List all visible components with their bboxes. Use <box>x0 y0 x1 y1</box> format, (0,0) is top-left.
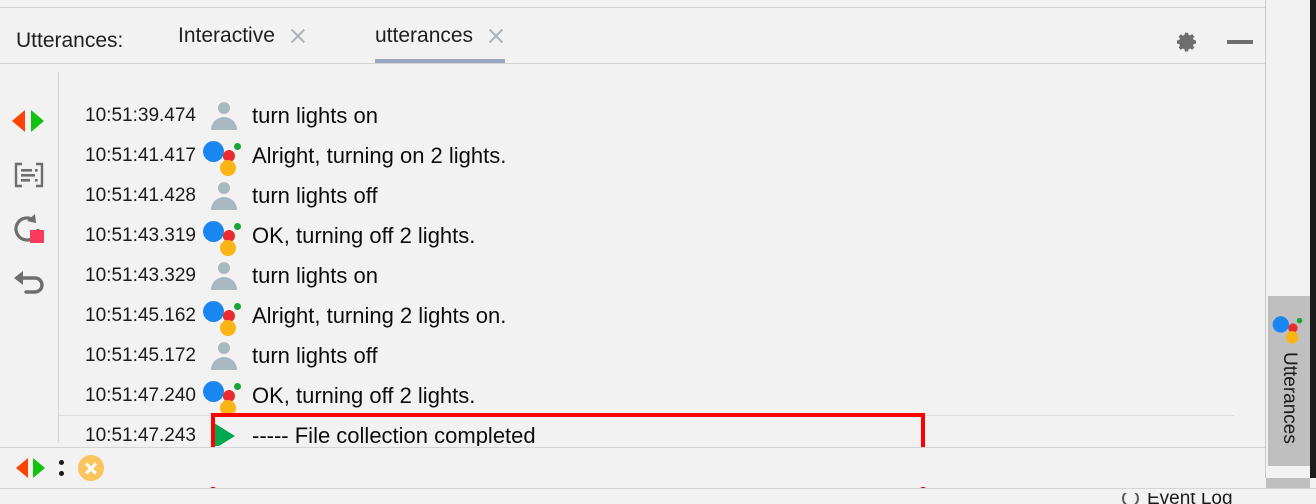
toolbar-button-rerun[interactable] <box>9 209 49 249</box>
user-icon <box>196 336 252 376</box>
log-row[interactable]: 10:51:41.428 turn lights off <box>59 176 1234 216</box>
log-message: turn lights on <box>252 103 378 128</box>
console-toolbar <box>0 65 58 446</box>
sidebar-item-label: Utterances <box>1279 352 1300 444</box>
log-message: ----- File collection completed <box>252 423 536 446</box>
log-timestamp: 10:51:39.474 <box>85 105 196 126</box>
event-log-circle-icon <box>1122 493 1139 504</box>
log-row[interactable]: 10:51:43.329 turn lights on <box>59 256 1234 296</box>
log-row[interactable]: 10:51:45.172 turn lights off <box>59 336 1234 376</box>
play-icon <box>196 416 252 446</box>
assistant-icon <box>196 216 252 256</box>
left-right-arrows-icon <box>9 101 49 141</box>
log-message: turn lights on <box>252 263 378 288</box>
toolbar-button-undo[interactable] <box>9 263 49 303</box>
ide-status-bar <box>0 488 1316 504</box>
toolbar-button-left-right-arrows[interactable] <box>9 101 49 141</box>
user-icon <box>196 96 252 136</box>
error-circle-icon[interactable] <box>78 455 104 481</box>
utterances-tool-window: Utterances: Interactive utterances 10:51… <box>0 0 1316 504</box>
vertical-dots-icon <box>59 460 64 476</box>
log-row-file-collection[interactable]: 10:51:47.243 ----- File collection compl… <box>59 416 1234 446</box>
tool-window-title: Utterances: <box>16 29 124 52</box>
log-row[interactable]: 10:51:43.319 OK, turning off 2 lights. <box>59 216 1234 256</box>
log-timestamp: 10:51:45.162 <box>85 305 196 326</box>
console-output[interactable]: 10:51:39.474 turn lights on 10:51:41.417… <box>59 65 1234 446</box>
rerun-icon <box>9 209 49 249</box>
toolbar-button-wrap-text[interactable] <box>9 155 49 195</box>
active-tab-indicator <box>375 59 506 63</box>
log-message: turn lights off <box>252 183 378 208</box>
close-icon[interactable] <box>487 27 505 45</box>
assistant-icon <box>196 376 252 416</box>
assistant-icon <box>196 136 252 176</box>
log-row[interactable]: 10:51:47.240 OK, turning off 2 lights. <box>59 376 1234 416</box>
log-message: turn lights off <box>252 343 378 368</box>
log-timestamp: 10:51:41.428 <box>85 185 196 206</box>
event-log-button[interactable]: Event Log <box>1122 493 1233 504</box>
log-row[interactable]: 10:51:45.162 Alright, turning 2 lights o… <box>59 296 1234 336</box>
log-timestamp: 10:51:47.243 <box>85 425 196 446</box>
log-timestamp: 10:51:45.172 <box>85 345 196 366</box>
assistant-icon <box>196 296 252 336</box>
log-message: Alright, turning 2 lights on. <box>252 303 507 328</box>
console-status-bar <box>0 447 1266 487</box>
tab-interactive-label: Interactive <box>178 23 275 47</box>
assistant-icon <box>1272 314 1306 344</box>
tab-utterances[interactable]: utterances <box>375 8 506 63</box>
log-timestamp: 10:51:43.319 <box>85 225 196 246</box>
event-log-label: Event Log <box>1147 493 1233 504</box>
user-icon <box>196 176 252 216</box>
log-timestamp: 10:51:41.417 <box>85 145 196 166</box>
sidebar-item-utterances[interactable]: Utterances <box>1268 296 1310 466</box>
close-icon[interactable] <box>289 27 307 45</box>
log-message: OK, turning off 2 lights. <box>252 223 476 248</box>
log-message: OK, turning off 2 lights. <box>252 383 476 408</box>
tool-window-header: Utterances: Interactive utterances <box>0 8 1266 64</box>
tab-utterances-label: utterances <box>375 23 474 47</box>
log-timestamp: 10:51:47.240 <box>85 385 196 406</box>
window-right-edge <box>1310 0 1316 478</box>
gear-icon[interactable] <box>1175 30 1199 54</box>
left-right-arrows-icon[interactable] <box>16 456 50 480</box>
log-row[interactable]: 10:51:39.474 turn lights on <box>59 96 1234 136</box>
undo-arrow-icon <box>9 263 49 303</box>
log-message: Alright, turning on 2 lights. <box>252 143 507 168</box>
user-icon <box>196 256 252 296</box>
log-row[interactable]: 10:51:41.417 Alright, turning on 2 light… <box>59 136 1234 176</box>
log-timestamp: 10:51:43.329 <box>85 265 196 286</box>
wrap-text-icon <box>9 155 49 195</box>
tab-interactive[interactable]: Interactive <box>178 8 307 63</box>
minimize-icon[interactable] <box>1227 40 1253 44</box>
